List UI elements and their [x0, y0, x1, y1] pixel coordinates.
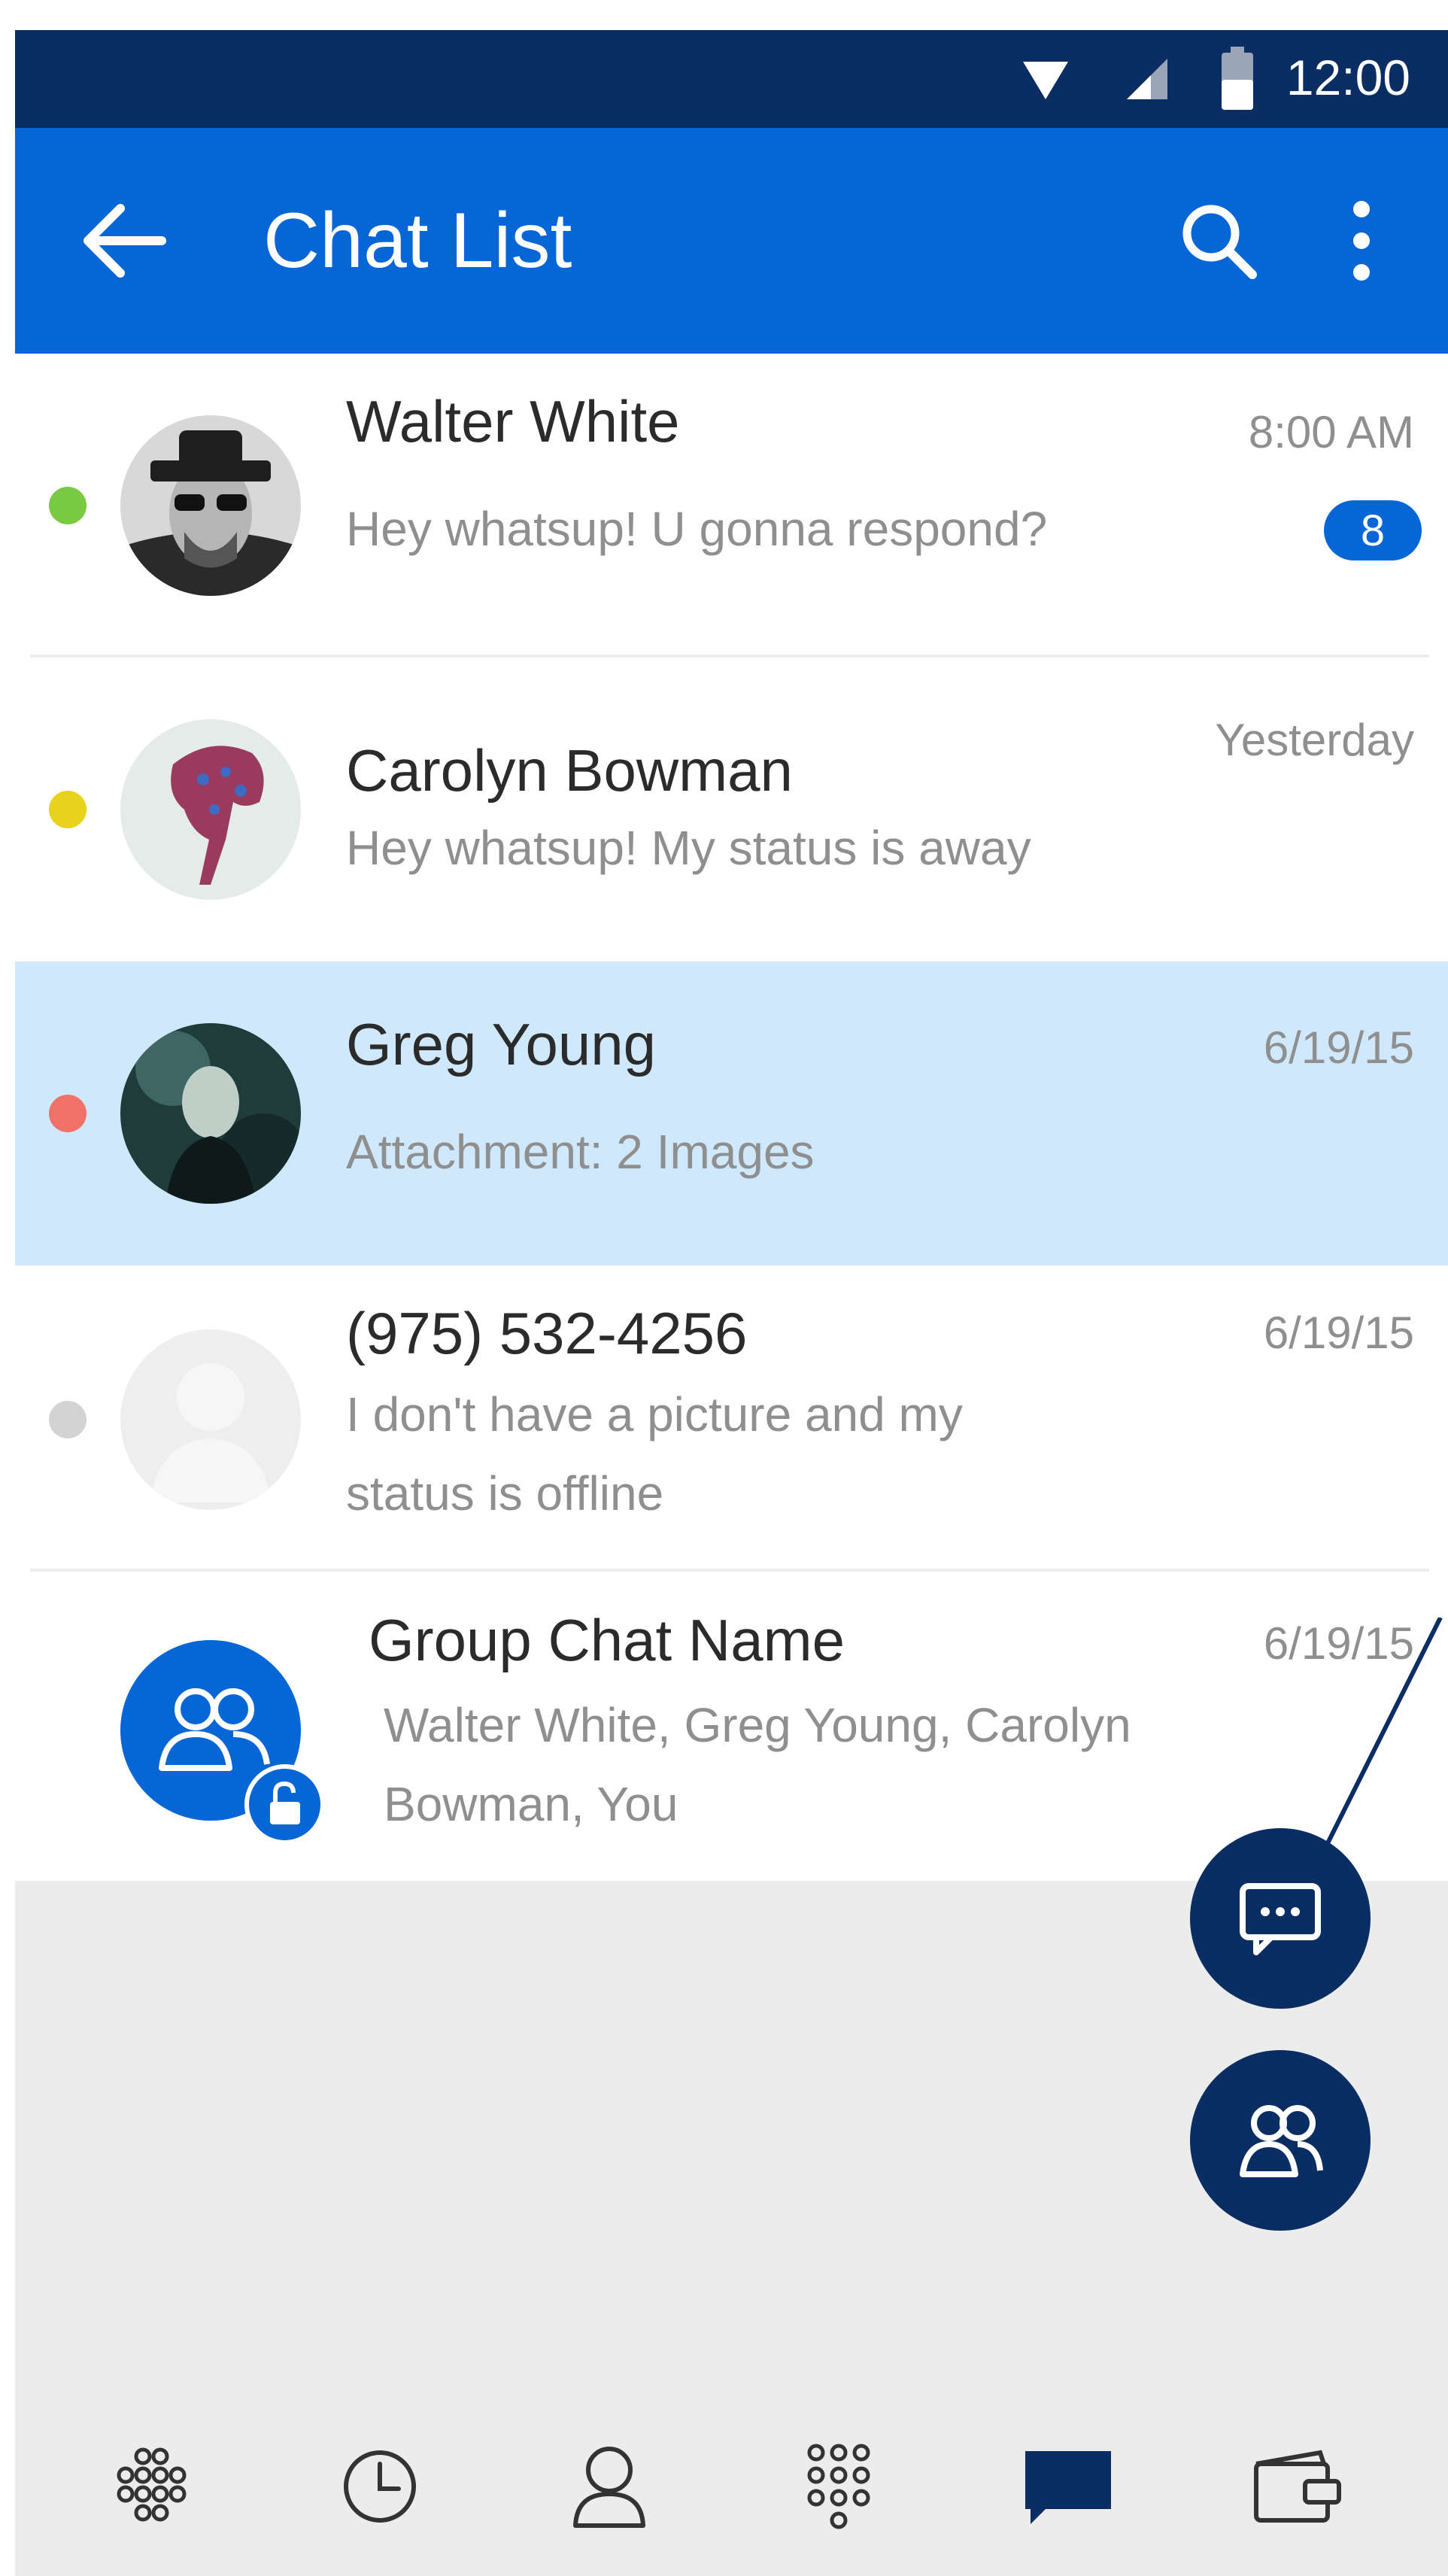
status-away-dot: [49, 791, 87, 828]
chat-row-walter-white[interactable]: Walter White Hey whatsup! U gonna respon…: [15, 376, 1448, 655]
unlock-icon: [244, 1764, 325, 1845]
back-button[interactable]: [56, 173, 192, 308]
nav-chats[interactable]: [1004, 2430, 1132, 2543]
chat-preview: Hey whatsup! U gonna respond?: [346, 502, 1048, 556]
chat-name: Greg Young: [346, 1011, 657, 1077]
chat-name: Group Chat Name: [369, 1607, 845, 1673]
avatar-placeholder: [120, 1329, 301, 1510]
divider: [30, 1569, 1429, 1572]
chat-row-greg-young[interactable]: Greg Young Attachment: 2 Images 6/19/15: [15, 961, 1448, 1265]
dialpad-icon: [807, 2444, 870, 2529]
app-bar: Chat List: [15, 128, 1448, 354]
chat-name: (975) 532-4256: [346, 1300, 748, 1366]
chat-preview: Attachment: 2 Images: [346, 1125, 815, 1179]
status-offline-dot: [49, 1401, 87, 1438]
callout-line: [1322, 1618, 1443, 1852]
search-button[interactable]: [1151, 173, 1286, 308]
apps-grid-icon: [117, 2447, 187, 2522]
chat-preview: Hey whatsup! My status is away: [346, 821, 1031, 875]
nav-apps[interactable]: [87, 2430, 214, 2543]
wallet-icon: [1254, 2450, 1341, 2523]
status-online-dot: [49, 487, 87, 524]
new-chat-fab[interactable]: [1190, 1828, 1371, 2009]
chat-time: 6/19/15: [1263, 1308, 1414, 1358]
chat-time: 6/19/15: [1263, 1022, 1414, 1073]
chat-name: Carolyn Bowman: [346, 737, 793, 803]
clock-icon: [344, 2450, 416, 2523]
clock-time: 12:00: [1286, 50, 1410, 105]
chat-row-group[interactable]: Group Chat Name Walter White, Greg Young…: [15, 1580, 1448, 1881]
new-group-icon: [1240, 2105, 1323, 2177]
nav-recents[interactable]: [316, 2430, 444, 2543]
chat-preview-line2: Bowman, You: [384, 1777, 678, 1831]
nav-dialpad[interactable]: [775, 2430, 903, 2543]
chat-preview-line1: Walter White, Greg Young, Carolyn: [384, 1698, 1131, 1752]
signal-icon: [1121, 53, 1173, 109]
more-vert-icon: [1353, 201, 1370, 281]
chat-preview-line1: I don't have a picture and my: [346, 1387, 963, 1441]
avatar: [120, 415, 301, 596]
status-bar: 12:00: [15, 30, 1448, 128]
avatar: [120, 1023, 301, 1204]
overflow-menu-button[interactable]: [1294, 173, 1429, 308]
new-group-fab[interactable]: [1190, 2050, 1371, 2231]
page-title: Chat List: [263, 197, 572, 284]
bottom-nav: [15, 2400, 1448, 2576]
chat-name: Walter White: [346, 388, 680, 454]
chat-row-phone-number[interactable]: (975) 532-4256 I don't have a picture an…: [15, 1265, 1448, 1566]
battery-icon: [1219, 45, 1256, 117]
nav-wallet[interactable]: [1234, 2430, 1361, 2543]
chat-icon: [1025, 2451, 1111, 2524]
arrow-left-icon: [83, 204, 166, 278]
chat-row-carolyn-bowman[interactable]: Carolyn Bowman Hey whatsup! My status is…: [15, 658, 1448, 961]
contact-icon: [573, 2447, 645, 2528]
unread-badge: 8: [1324, 500, 1422, 560]
wifi-icon: [1019, 53, 1072, 109]
status-busy-dot: [49, 1095, 87, 1132]
chat-preview-line2: status is offline: [346, 1466, 664, 1520]
chat-time: Yesterday: [1215, 715, 1414, 765]
nav-contacts[interactable]: [545, 2430, 673, 2543]
chat-time: 8:00 AM: [1248, 407, 1414, 457]
new-chat-icon: [1240, 1883, 1321, 1955]
search-icon: [1182, 205, 1257, 279]
avatar: [120, 719, 301, 900]
